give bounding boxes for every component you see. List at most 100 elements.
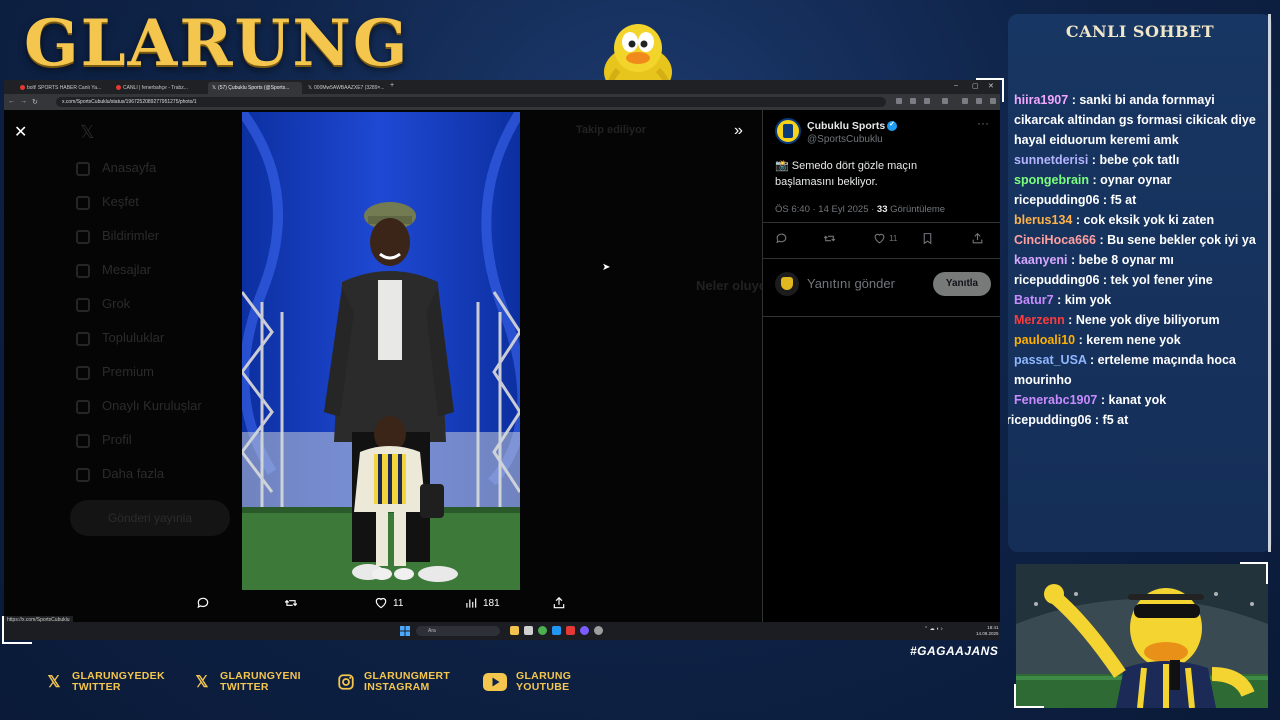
- tweet-photo[interactable]: [242, 112, 520, 590]
- browser-tab[interactable]: bolt! SPORTS HABER Canlı Ya...: [16, 82, 110, 94]
- webcam-feed: [1016, 564, 1268, 708]
- system-tray-icons[interactable]: ⌃ ☁ ◖ ♪: [924, 626, 943, 632]
- like-button[interactable]: 11: [374, 596, 403, 610]
- browser-tab[interactable]: CANLI | fenerbahçe - Trabz...: [112, 82, 206, 94]
- divider: [763, 316, 1000, 317]
- chat-separator: :: [1086, 353, 1098, 367]
- expand-panel-icon[interactable]: »: [734, 122, 743, 140]
- x-icon: 𝕏: [47, 674, 61, 691]
- app-icon[interactable]: [594, 626, 603, 635]
- chat-separator: :: [1097, 393, 1109, 407]
- chat-username[interactable]: blerus134: [1014, 213, 1072, 227]
- forward-icon[interactable]: →: [20, 98, 27, 105]
- chat-separator: :: [1075, 333, 1087, 347]
- chat-message-list: hiira1907 : sanki bi anda fornmayi cikar…: [1008, 90, 1272, 430]
- repost-icon: [284, 599, 298, 607]
- dim-follow-label: Takip ediliyor: [576, 124, 647, 136]
- chat-username[interactable]: pauloali10: [1014, 333, 1075, 347]
- chat-username[interactable]: ricepudding06: [1014, 193, 1099, 207]
- chat-separator: :: [1064, 313, 1076, 327]
- new-tab-icon[interactable]: +: [390, 82, 394, 89]
- app-icon[interactable]: [524, 626, 533, 635]
- more-options-icon[interactable]: ···: [977, 116, 989, 130]
- chat-username[interactable]: Merzenn: [1014, 313, 1065, 327]
- chat-username[interactable]: sunnetderisi: [1014, 153, 1088, 167]
- tweet-text-line: 📸 Semedo dört gözle maçın: [775, 160, 918, 172]
- browser-tab[interactable]: 𝕏 000Mw5AWBAAZXE7 (3289×...: [304, 82, 398, 94]
- display-name[interactable]: Çubuklu Sports: [807, 120, 898, 132]
- chat-separator: :: [1053, 293, 1065, 307]
- chat-username[interactable]: kaanyeni: [1014, 253, 1068, 267]
- extension-icon[interactable]: [910, 98, 916, 104]
- dim-nav-label: Bildirimler: [102, 228, 160, 243]
- chat-username[interactable]: hiira1907: [1014, 93, 1068, 107]
- chat-message: passat_USA : erteleme maçında hoca mouri…: [1008, 350, 1272, 390]
- file-explorer-icon[interactable]: [510, 626, 519, 635]
- browser-tab-active[interactable]: 𝕏 (57) Çubuklu Sports (@Sports...: [208, 82, 302, 94]
- brave-icon[interactable]: [566, 626, 575, 635]
- dim-nav-item: Anasayfa: [76, 160, 156, 176]
- extension-icon[interactable]: [962, 98, 968, 104]
- app-icon[interactable]: [552, 626, 561, 635]
- avatar[interactable]: [775, 118, 801, 144]
- chat-message: hiira1907 : sanki bi anda fornmayi cikar…: [1008, 90, 1272, 150]
- dim-nav-label: Daha fazla: [102, 466, 165, 481]
- repost-button[interactable]: [823, 232, 836, 245]
- bookmark-button[interactable]: [921, 232, 934, 245]
- chat-username[interactable]: CinciHoca666: [1014, 233, 1096, 247]
- windows-start-icon[interactable]: [400, 626, 410, 636]
- taskbar-search-input[interactable]: Ara: [416, 626, 500, 636]
- chat-username[interactable]: spongebrain: [1014, 173, 1089, 187]
- profile-icon: [76, 433, 90, 448]
- share-button[interactable]: [971, 232, 984, 245]
- url-input[interactable]: x.com/SportsCubuklu/status/1967252089277…: [56, 97, 886, 107]
- chat-message: ricepudding06 : f5 at: [1008, 190, 1272, 210]
- tweet-timestamp[interactable]: ÖS 6:40 · 14 Eyl 2025 ·: [775, 204, 877, 215]
- reply-icon: [776, 233, 787, 244]
- tab-label: CANLI | fenerbahçe - Trabz...: [123, 85, 188, 91]
- own-avatar: [775, 272, 799, 296]
- social-instagram: GLARUNGMERT INSTAGRAM: [336, 668, 450, 696]
- reload-icon[interactable]: ↻: [32, 98, 38, 106]
- social-twitter-yedek: 𝕏 GLARUNGYEDEK TWITTER: [44, 668, 165, 696]
- photo-actions-bar: 11 181: [4, 592, 764, 618]
- user-handle[interactable]: @SportsCubuklu: [807, 134, 883, 145]
- chat-username[interactable]: Fenerabc1907: [1014, 393, 1097, 407]
- dim-nav-label: Keşfet: [102, 194, 139, 209]
- share-button[interactable]: [552, 596, 566, 610]
- minimize-icon[interactable]: –: [954, 82, 958, 89]
- premium-icon: [76, 365, 90, 380]
- discord-icon[interactable]: [580, 626, 589, 635]
- tweet-detail-panel: Çubuklu Sports @SportsCubuklu ··· 📸 Seme…: [762, 110, 1000, 622]
- chat-message: pauloali10 : kerem nene yok: [1008, 330, 1272, 350]
- repost-button[interactable]: [284, 596, 298, 610]
- chat-username[interactable]: passat_USA: [1014, 353, 1087, 367]
- bar-chart-icon: [466, 598, 477, 608]
- back-icon[interactable]: ←: [8, 98, 15, 105]
- dim-nav-item: Onaylı Kuruluşlar: [76, 398, 202, 414]
- frame-corner: [1240, 562, 1268, 584]
- reply-button[interactable]: [775, 232, 788, 245]
- chat-separator: :: [1099, 273, 1111, 287]
- reply-button[interactable]: [196, 596, 210, 610]
- reply-submit-button[interactable]: Yanıtla: [933, 272, 991, 296]
- chrome-icon[interactable]: [538, 626, 547, 635]
- extension-icon[interactable]: [942, 98, 948, 104]
- chat-message: kaanyeni : bebe 8 oynar mı: [1008, 250, 1272, 270]
- chat-username[interactable]: Batur7: [1014, 293, 1054, 307]
- chat-scrollbar[interactable]: [1268, 14, 1271, 552]
- chat-username[interactable]: ricepudding06: [1014, 273, 1099, 287]
- x-favicon-icon: 𝕏: [212, 85, 217, 91]
- chat-text: bebe 8 oynar mı: [1078, 253, 1174, 267]
- like-button[interactable]: 11: [873, 232, 897, 245]
- frame-corner: [1014, 684, 1044, 708]
- chat-username[interactable]: ricepudding06: [1008, 413, 1091, 427]
- bookmark-star-icon[interactable]: [924, 98, 930, 104]
- views-button[interactable]: 181: [464, 596, 500, 610]
- extension-icon[interactable]: [896, 98, 902, 104]
- close-photo-icon[interactable]: ✕: [14, 122, 27, 142]
- taskbar-clock[interactable]: 18:41 14.09.2025: [976, 625, 999, 637]
- reply-input[interactable]: Yanıtını gönder: [807, 276, 895, 291]
- dim-nav-label: Grok: [102, 296, 131, 311]
- hashtag-label: #GAGAAJANS: [910, 644, 999, 658]
